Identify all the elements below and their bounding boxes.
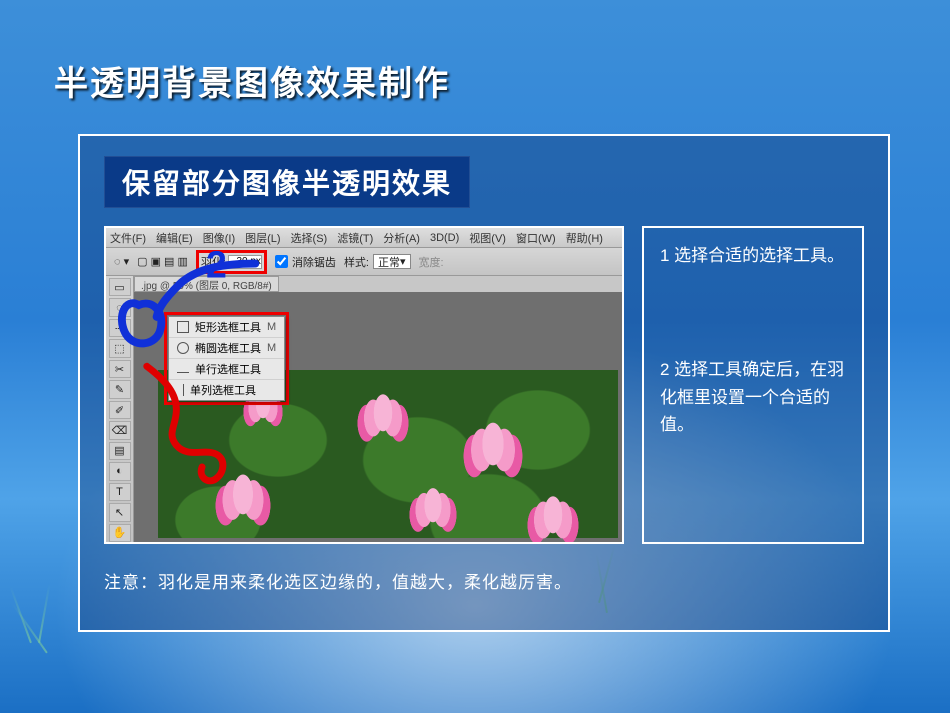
tool-item[interactable]: ⇢ bbox=[109, 319, 131, 337]
menu-window[interactable]: 窗口(W) bbox=[516, 230, 556, 246]
tool-item[interactable]: ⌫ bbox=[109, 421, 131, 439]
marquee-flyout: 矩形选框工具M 椭圆选框工具M 单行选框工具 单列选框工具 bbox=[168, 316, 285, 401]
tool-item[interactable]: T bbox=[109, 483, 131, 501]
style-dropdown[interactable]: 正常 ▾ bbox=[373, 254, 411, 269]
menu-3d[interactable]: 3D(D) bbox=[430, 232, 459, 244]
antialias-label: 消除锯齿 bbox=[292, 254, 336, 270]
tool-item[interactable]: ◐ bbox=[109, 462, 131, 480]
menu-file[interactable]: 文件(F) bbox=[110, 230, 146, 246]
tool-item[interactable]: ↖ bbox=[109, 503, 131, 521]
antialias-checkbox[interactable] bbox=[275, 255, 288, 268]
tool-item[interactable]: ⬚ bbox=[109, 339, 131, 357]
tool-item[interactable]: ▭ bbox=[109, 278, 131, 296]
flyout-ellipse-marquee[interactable]: 椭圆选框工具M bbox=[169, 338, 284, 359]
steps-panel: 1 选择合适的选择工具。 2 选择工具确定后，在羽化框里设置一个合适的值。 bbox=[642, 226, 864, 544]
menu-image[interactable]: 图像(I) bbox=[203, 230, 235, 246]
menu-help[interactable]: 帮助(H) bbox=[566, 230, 603, 246]
feather-field-highlight: 羽化: bbox=[196, 250, 267, 274]
flyout-single-col[interactable]: 单列选框工具 bbox=[169, 380, 284, 400]
tool-item[interactable]: ✋ bbox=[109, 524, 131, 542]
flyout-single-row[interactable]: 单行选框工具 bbox=[169, 359, 284, 380]
main-panel: 保留部分图像半透明效果 文件(F) 编辑(E) 图像(I) 图层(L) 选择(S… bbox=[78, 134, 890, 632]
feather-label: 羽化: bbox=[201, 254, 226, 270]
tool-item[interactable]: ◌ bbox=[109, 298, 131, 316]
marquee-flyout-highlight: 矩形选框工具M 椭圆选框工具M 单行选框工具 单列选框工具 bbox=[164, 312, 289, 405]
feather-input[interactable] bbox=[228, 255, 262, 269]
photoshop-screenshot: 文件(F) 编辑(E) 图像(I) 图层(L) 选择(S) 滤镜(T) 分析(A… bbox=[104, 226, 624, 544]
menu-analysis[interactable]: 分析(A) bbox=[383, 230, 420, 246]
tool-item[interactable]: ✎ bbox=[109, 380, 131, 398]
flyout-rect-marquee[interactable]: 矩形选框工具M bbox=[169, 317, 284, 338]
note-text: 注意：羽化是用来柔化选区边缘的，值越大，柔化越厉害。 bbox=[104, 568, 864, 593]
step-2: 2 选择工具确定后，在羽化框里设置一个合适的值。 bbox=[660, 356, 846, 438]
menu-select[interactable]: 选择(S) bbox=[291, 230, 328, 246]
selection-mode-icons[interactable]: ▢ ▣ ▤ ▥ bbox=[137, 255, 188, 268]
menu-filter[interactable]: 滤镜(T) bbox=[337, 230, 373, 246]
ps-toolbox: ▭ ◌ ⇢ ⬚ ✂ ✎ ✐ ⌫ ▤ ◐ T ↖ ✋ bbox=[106, 276, 134, 542]
menu-edit[interactable]: 编辑(E) bbox=[156, 230, 193, 246]
tool-item[interactable]: ✂ bbox=[109, 360, 131, 378]
tool-item[interactable]: ▤ bbox=[109, 442, 131, 460]
ps-menu-bar: 文件(F) 编辑(E) 图像(I) 图层(L) 选择(S) 滤镜(T) 分析(A… bbox=[106, 228, 622, 248]
menu-view[interactable]: 视图(V) bbox=[469, 230, 506, 246]
page-title: 半透明背景图像效果制作 bbox=[54, 56, 450, 105]
step-1: 1 选择合适的选择工具。 bbox=[660, 242, 846, 269]
width-label: 宽度: bbox=[419, 254, 444, 270]
document-tab[interactable]: .jpg @ 50% (图层 0, RGB/8#) bbox=[134, 276, 279, 292]
style-label: 样式: bbox=[344, 254, 369, 270]
tool-item[interactable]: ✐ bbox=[109, 401, 131, 419]
ps-options-bar: ◌ ▾ ▢ ▣ ▤ ▥ 羽化: 消除锯齿 样式: 正常 ▾ 宽度: bbox=[106, 248, 622, 276]
menu-layer[interactable]: 图层(L) bbox=[245, 230, 280, 246]
marquee-tool-icon[interactable]: ◌ ▾ bbox=[114, 255, 129, 268]
ps-canvas: 矩形选框工具M 椭圆选框工具M 单行选框工具 单列选框工具 bbox=[134, 292, 622, 542]
subtitle: 保留部分图像半透明效果 bbox=[104, 156, 470, 208]
